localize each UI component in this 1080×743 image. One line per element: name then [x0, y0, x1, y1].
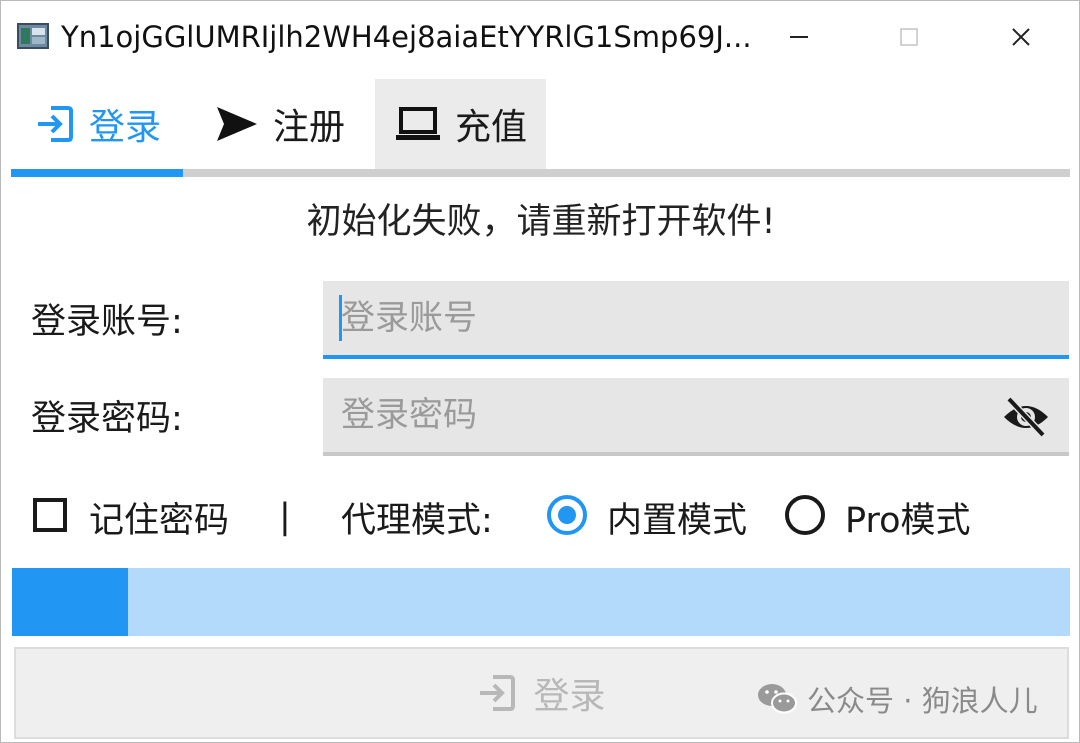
login-button-label: 登录	[533, 676, 606, 717]
send-icon	[215, 104, 259, 144]
watermark: 公众号 · 狗浪人儿	[757, 677, 1038, 721]
remember-password-checkbox[interactable]	[33, 498, 67, 532]
account-label: 登录账号:	[31, 302, 183, 342]
eye-off-icon[interactable]	[1001, 395, 1051, 439]
maximize-button[interactable]	[879, 15, 939, 59]
tab-bar: 登录 注册 充值	[11, 79, 1070, 179]
tab-login[interactable]: 登录	[11, 79, 183, 169]
laptop-icon	[395, 104, 441, 144]
tab-active-indicator	[11, 169, 183, 177]
login-arrow-icon	[477, 673, 517, 713]
tab-register-label: 注册	[273, 107, 346, 148]
options-row: 记住密码 | 代理模式: 内置模式 Pro模式	[1, 489, 1080, 545]
login-arrow-icon	[35, 104, 75, 144]
remember-password-label[interactable]: 记住密码	[89, 489, 229, 545]
progress-bar	[12, 568, 1070, 636]
app-window-icon	[17, 23, 49, 49]
builtin-mode-label[interactable]: 内置模式	[607, 489, 747, 545]
close-button[interactable]	[991, 15, 1051, 59]
app-window: Yn1ojGGlUMRIjlh2WH4ej8aiaEtYYRlG1Smp69J.…	[0, 0, 1080, 743]
account-input[interactable]	[323, 281, 1069, 359]
text-caret	[339, 295, 342, 341]
wechat-icon	[757, 682, 797, 716]
proxy-mode-label: 代理模式:	[341, 500, 493, 541]
radio-builtin-mode[interactable]	[547, 495, 587, 535]
window-title: Yn1ojGGlUMRIjlh2WH4ej8aiaEtYYRlG1Smp69J.…	[61, 20, 752, 54]
maximize-icon	[900, 28, 918, 46]
tab-register[interactable]: 注册	[197, 79, 367, 169]
password-input[interactable]	[323, 378, 1069, 456]
options-separator: |	[279, 497, 291, 537]
watermark-text: 公众号 · 狗浪人儿	[807, 684, 1038, 718]
minimize-icon	[790, 36, 808, 38]
close-icon	[1012, 28, 1030, 46]
password-label: 登录密码:	[31, 399, 183, 439]
status-message: 初始化失败，请重新打开软件!	[306, 202, 776, 242]
tab-recharge-label: 充值	[455, 107, 528, 148]
title-bar[interactable]: Yn1ojGGlUMRIjlh2WH4ej8aiaEtYYRlG1Smp69J.…	[1, 1, 1079, 71]
progress-fill	[12, 568, 129, 636]
pro-mode-label[interactable]: Pro模式	[845, 489, 971, 545]
radio-pro-mode[interactable]	[785, 495, 825, 535]
tab-recharge[interactable]: 充值	[375, 79, 546, 169]
tab-login-label: 登录	[89, 107, 162, 148]
minimize-button[interactable]	[769, 15, 829, 59]
